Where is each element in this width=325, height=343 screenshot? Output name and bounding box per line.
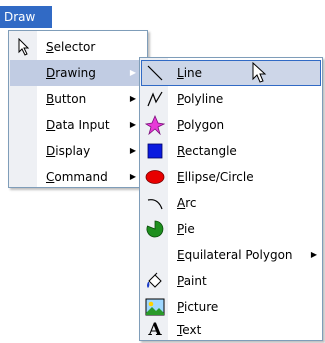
menu-item-data-input[interactable]: Data Input ▶: [10, 112, 146, 138]
menubar-draw[interactable]: Draw: [0, 6, 52, 28]
menu-item-paint[interactable]: Paint: [141, 268, 321, 294]
menu-item-line-label: Line: [177, 66, 203, 80]
submenu-arrow-icon: ▶: [129, 68, 136, 77]
submenu-arrow-icon: ▶: [129, 146, 136, 155]
menu-item-rectangle[interactable]: Rectangle: [141, 138, 321, 164]
menu-item-command[interactable]: Command ▶: [10, 164, 146, 190]
menu-item-selector[interactable]: Selector: [10, 34, 146, 60]
menu-item-polygon[interactable]: Polygon: [141, 112, 321, 138]
menubar-draw-label: Draw: [4, 10, 36, 24]
menu-item-picture-label: Picture: [177, 300, 219, 314]
screen: Draw Selector Drawing ▶ Button ▶ Data In…: [0, 0, 325, 343]
text-icon: A: [148, 320, 162, 340]
submenu-arrow-icon: ▶: [310, 250, 317, 259]
menu-item-command-label: Command: [46, 170, 108, 184]
polygon-icon: [143, 112, 167, 138]
menu-item-drawing[interactable]: Drawing ▶: [10, 60, 146, 86]
mouse-pointer-icon: [251, 61, 267, 87]
menu-item-line[interactable]: Line: [141, 60, 321, 86]
menu-item-pie-label: Pie: [177, 222, 195, 236]
menu-item-arc-label: Arc: [177, 196, 197, 210]
pie-icon: [143, 216, 167, 242]
menu-item-ellipse[interactable]: Ellipse/Circle: [141, 164, 321, 190]
submenu-arrow-icon: ▶: [129, 94, 136, 103]
rectangle-icon: [143, 138, 167, 164]
menu-item-pie[interactable]: Pie: [141, 216, 321, 242]
menu-item-paint-label: Paint: [177, 274, 207, 288]
drawing-submenu: Line Polyline Polygon Rectangle Ellipse/…: [139, 57, 323, 341]
ellipse-icon: [143, 164, 167, 190]
menu-item-display-label: Display: [46, 144, 91, 158]
menu-item-selector-label: Selector: [46, 40, 96, 54]
menu-item-arc[interactable]: Arc: [141, 190, 321, 216]
menu-item-data-input-label: Data Input: [46, 118, 110, 132]
menu-item-drawing-label: Drawing: [46, 66, 96, 80]
paint-bucket-icon: [143, 268, 167, 294]
menu-item-text[interactable]: A Text: [141, 320, 321, 340]
cursor-arrow-icon: [12, 34, 36, 60]
submenu-arrow-icon: ▶: [129, 120, 136, 129]
menu-item-text-label: Text: [177, 323, 202, 337]
menu-item-equilateral-polygon[interactable]: Equilateral Polygon ▶: [141, 242, 321, 268]
menu-item-polyline-label: Polyline: [177, 92, 224, 106]
menu-item-equilateral-polygon-label: Equilateral Polygon: [177, 248, 293, 262]
menu-item-picture[interactable]: Picture: [141, 294, 321, 320]
menu-item-button[interactable]: Button ▶: [10, 86, 146, 112]
menu-item-polygon-label: Polygon: [177, 118, 225, 132]
picture-icon: [143, 294, 167, 320]
submenu-arrow-icon: ▶: [129, 172, 136, 181]
menu-item-polyline[interactable]: Polyline: [141, 86, 321, 112]
draw-menu: Selector Drawing ▶ Button ▶ Data Input ▶…: [8, 30, 148, 188]
polyline-icon: [143, 86, 167, 112]
menu-item-display[interactable]: Display ▶: [10, 138, 146, 164]
menu-item-ellipse-label: Ellipse/Circle: [177, 170, 254, 184]
menu-item-button-label: Button: [46, 92, 87, 106]
arc-icon: [143, 190, 167, 216]
menu-item-rectangle-label: Rectangle: [177, 144, 237, 158]
line-icon: [143, 60, 167, 86]
